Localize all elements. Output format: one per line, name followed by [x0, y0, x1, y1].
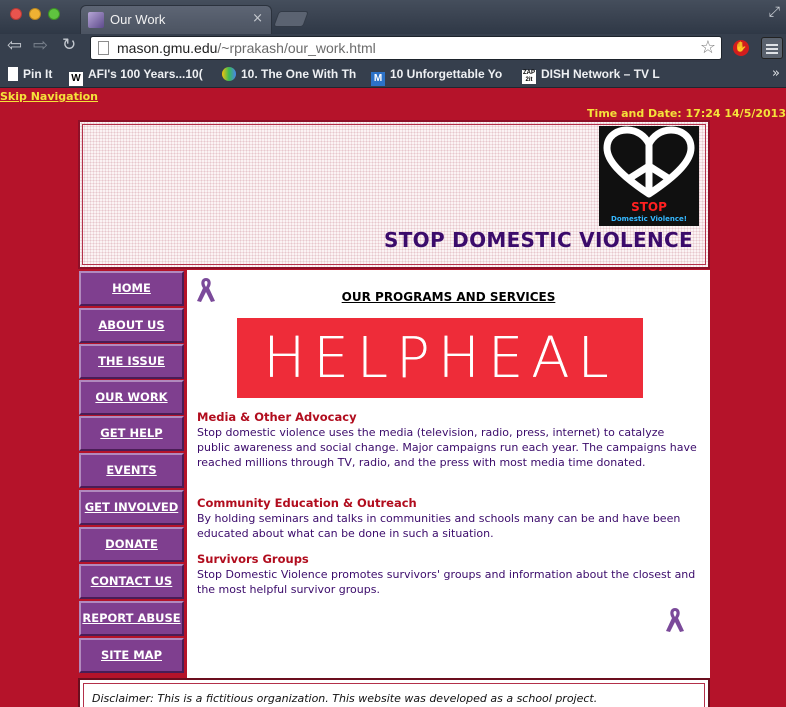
pinwheel-icon [222, 67, 236, 81]
stop-logo: STOP Domestic Violence! [599, 126, 699, 226]
bookmark-label: Pin It [23, 67, 53, 81]
url-path: /~rprakash/our_work.html [217, 40, 376, 56]
section-body: Stop domestic violence uses the media (t… [197, 426, 697, 469]
reload-icon[interactable]: ↻ [62, 35, 76, 55]
logo-subtitle: Domestic Violence! [611, 215, 687, 223]
section-body: Stop Domestic Violence promotes survivor… [197, 568, 696, 596]
nav-get-involved[interactable]: GET INVOLVED [79, 490, 184, 525]
browser-menu-button[interactable] [761, 37, 783, 59]
section-survivors-groups: Survivors Groups Stop Domestic Violence … [197, 552, 697, 597]
skip-navigation-link[interactable]: Skip Navigation [0, 90, 98, 103]
bookmark-item[interactable]: Pin It [8, 67, 66, 81]
nav-donate[interactable]: DONATE [79, 527, 184, 562]
menu-line [766, 44, 778, 46]
more-bookmarks-icon[interactable]: » [772, 66, 780, 81]
browser-tab-strip: Our Work × ⤢ [0, 0, 786, 35]
site-title: STOP DOMESTIC VIOLENCE [384, 228, 693, 252]
bookmark-label: 10 Unforgettable Yo [390, 67, 503, 81]
nav-site-map[interactable]: SITE MAP [79, 638, 184, 673]
nav-the-issue[interactable]: THE ISSUE [79, 344, 184, 379]
address-bar[interactable]: mason.gmu.edu/~rprakash/our_work.html ☆ [90, 36, 722, 60]
minimize-window-button[interactable] [29, 8, 41, 20]
document-icon [8, 67, 18, 81]
nav-report-abuse[interactable]: REPORT ABUSE [79, 601, 184, 636]
bookmark-label: 10. The One With Th [241, 67, 357, 81]
bookmarks-bar: Pin It W AFI's 100 Years...10( 10. The On… [0, 62, 786, 88]
sidebar-nav: HOME ABOUT US THE ISSUE OUR WORK GET HEL… [78, 270, 186, 678]
tab-title: Our Work [110, 12, 166, 27]
bookmark-item[interactable]: ZAP 2it DISH Network – TV L [522, 67, 670, 84]
zap2it-icon: ZAP 2it [522, 70, 536, 84]
main-content: OUR PROGRAMS AND SERVICES HELPHEAL Media… [187, 270, 710, 678]
section-heading: Survivors Groups [197, 552, 309, 566]
new-tab-button[interactable] [273, 11, 309, 27]
url-host: mason.gmu.edu [117, 40, 218, 56]
nav-get-help[interactable]: GET HELP [79, 416, 184, 451]
nav-events[interactable]: EVENTS [79, 453, 184, 488]
section-media-advocacy: Media & Other Advocacy Stop domestic vio… [197, 410, 697, 470]
section-heading: Media & Other Advocacy [197, 410, 357, 424]
disclaimer-text: Disclaimer: This is a fictitious organiz… [92, 692, 598, 705]
browser-toolbar: ⇦ ⇨ ↻ mason.gmu.edu/~rprakash/our_work.h… [0, 34, 786, 62]
site-footer: Disclaimer: This is a fictitious organiz… [78, 678, 710, 707]
adblock-extension-icon[interactable]: ✋ [733, 40, 749, 56]
bookmark-label: DISH Network – TV L [541, 67, 660, 81]
site-header: STOP Domestic Violence! STOP DOMESTIC VI… [78, 120, 710, 269]
section-heading: Community Education & Outreach [197, 496, 417, 510]
nav-about-us[interactable]: ABOUT US [79, 308, 184, 343]
forward-arrow-icon[interactable]: ⇨ [33, 35, 48, 56]
wikipedia-icon: W [69, 72, 83, 86]
bookmark-label: AFI's 100 Years...10( [88, 67, 203, 81]
nav-our-work[interactable]: OUR WORK [79, 380, 184, 415]
peace-heart-icon [603, 126, 695, 198]
url-text[interactable]: mason.gmu.edu/~rprakash/our_work.html [117, 40, 376, 56]
bookmark-star-icon[interactable]: ☆ [700, 37, 716, 58]
bookmark-item[interactable]: 10. The One With Th [222, 67, 360, 81]
fullscreen-icon[interactable]: ⤢ [769, 4, 780, 20]
close-window-button[interactable] [10, 8, 22, 20]
awareness-ribbon-icon [666, 608, 684, 632]
bookmark-item[interactable]: M 10 Unforgettable Yo [371, 67, 511, 86]
helpheal-banner: HELPHEAL [237, 318, 643, 398]
nav-home[interactable]: HOME [79, 271, 184, 306]
footer-inner-border: Disclaimer: This is a fictitious organiz… [83, 683, 705, 707]
bookmark-item[interactable]: W AFI's 100 Years...10( [69, 67, 211, 86]
back-arrow-icon[interactable]: ⇦ [7, 35, 22, 56]
date-time-display: Time and Date: 17:24 14/5/2013 [587, 107, 786, 120]
nav-contact-us[interactable]: CONTACT US [79, 564, 184, 599]
section-community-education: Community Education & Outreach By holdin… [197, 496, 697, 541]
tab-close-icon[interactable]: × [252, 11, 263, 26]
browser-tab-active[interactable]: Our Work × [80, 5, 272, 35]
section-body: By holding seminars and talks in communi… [197, 512, 681, 540]
page-icon [98, 41, 109, 55]
programs-heading: OUR PROGRAMS AND SERVICES [341, 290, 556, 304]
favicon-icon [88, 12, 104, 28]
header-inner-border: STOP Domestic Violence! STOP DOMESTIC VI… [82, 124, 706, 265]
menu-line [766, 48, 778, 50]
menu-line [766, 52, 778, 54]
zoom-window-button[interactable] [48, 8, 60, 20]
logo-stop-text: STOP [631, 200, 667, 214]
m-site-icon: M [371, 72, 385, 86]
banner-text: HELPHEAL [263, 325, 617, 391]
